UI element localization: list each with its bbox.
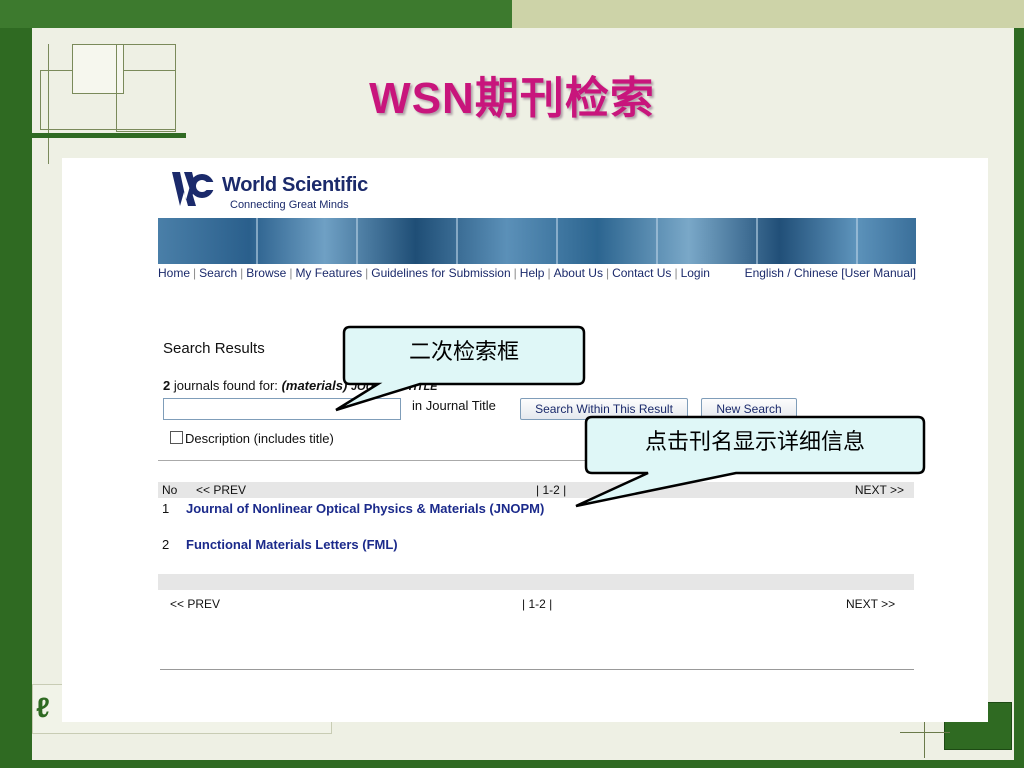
nav-about-us[interactable]: About Us: [554, 266, 603, 280]
results-scope: JOURNAL TITLE: [350, 381, 438, 393]
banner-segment: [358, 218, 458, 264]
logo-name: World Scientific: [222, 174, 368, 196]
prev-page-link-bottom[interactable]: << PREV: [170, 597, 220, 611]
results-table-footer-bar: [158, 574, 914, 590]
nav-login[interactable]: Login: [681, 266, 710, 280]
row-number: 1: [162, 501, 170, 516]
decor-line: [900, 732, 950, 733]
nav-home[interactable]: Home: [158, 266, 190, 280]
nav-contact-us[interactable]: Contact Us: [612, 266, 671, 280]
prev-page-link[interactable]: << PREV: [196, 483, 246, 497]
nav-separator: |: [674, 266, 678, 280]
table-row: 2 Functional Materials Letters (FML): [158, 537, 758, 555]
nav-separator: |: [240, 266, 244, 280]
banner-segment: [158, 218, 258, 264]
search-within-button[interactable]: Search Within This Result: [520, 398, 688, 420]
nav-help[interactable]: Help: [520, 266, 545, 280]
page-indicator: | 1-2 |: [536, 483, 567, 497]
new-search-button[interactable]: New Search: [701, 398, 797, 420]
table-row: 1 Journal of Nonlinear Optical Physics &…: [158, 501, 758, 519]
slide-left-strip: [10, 28, 32, 760]
slide-title: WSN期刊检索: [369, 74, 655, 123]
nav-search[interactable]: Search: [199, 266, 237, 280]
journal-title-link[interactable]: Journal of Nonlinear Optical Physics & M…: [186, 501, 544, 516]
nav-separator: |: [605, 266, 610, 280]
results-table-header: No << PREV | 1-2 | NEXT >>: [158, 482, 914, 498]
divider: [158, 460, 914, 461]
callout-search-box-text: 二次检索框: [408, 339, 519, 364]
nav-separator: |: [547, 266, 551, 280]
column-header-no: No: [162, 483, 178, 497]
banner-segment: [258, 218, 358, 264]
nav-separator: |: [513, 266, 517, 280]
row-number: 2: [162, 537, 170, 552]
nav-separator: |: [193, 266, 197, 280]
nav-separator: |: [365, 266, 369, 280]
nav-separator: |: [289, 266, 293, 280]
results-count: 2: [163, 378, 171, 393]
nav-guidelines[interactable]: Guidelines for Submission: [371, 266, 510, 280]
logo-tagline: Connecting Great Minds: [230, 199, 349, 211]
nav-browse[interactable]: Browse: [246, 266, 286, 280]
top-nav: Home | Search | Browse | My Features | Guideline…: [158, 266, 918, 282]
decor-line: [32, 133, 186, 138]
header-banner-image: [158, 218, 916, 264]
results-found-text: journals found for:: [173, 378, 278, 393]
search-within-input[interactable]: [163, 398, 401, 420]
callout-click-title-text: 点击刊名显示详细信息: [644, 429, 865, 454]
banner-segment: [458, 218, 558, 264]
nav-my-features[interactable]: My Features: [295, 266, 362, 280]
description-checkbox[interactable]: [170, 431, 183, 444]
nav-language-manual[interactable]: English / Chinese [User Manual]: [745, 266, 916, 280]
banner-segment: [658, 218, 758, 264]
banner-segment: [558, 218, 658, 264]
results-found-line: 2 journals found for: (materials) JOURNA…: [163, 378, 438, 393]
journal-title-link[interactable]: Functional Materials Letters (FML): [186, 537, 398, 552]
results-query: (materials): [281, 378, 348, 393]
in-journal-title-label: in Journal Title: [412, 398, 496, 413]
divider: [160, 669, 914, 670]
next-page-link[interactable]: NEXT >>: [855, 483, 904, 497]
world-scientific-logo[interactable]: World Scientific Connecting Great Minds: [170, 166, 370, 212]
decor-footer-logo: ℓ: [36, 692, 50, 723]
page-indicator-bottom: | 1-2 |: [522, 597, 553, 611]
search-results-title: Search Results: [163, 340, 265, 357]
next-page-link-bottom[interactable]: NEXT >>: [846, 597, 895, 611]
banner-segment: [758, 218, 858, 264]
description-checkbox-label: Description (includes title): [185, 431, 334, 446]
slide-top-band-dark: [0, 0, 512, 28]
world-scientific-logo-icon: [172, 172, 216, 206]
